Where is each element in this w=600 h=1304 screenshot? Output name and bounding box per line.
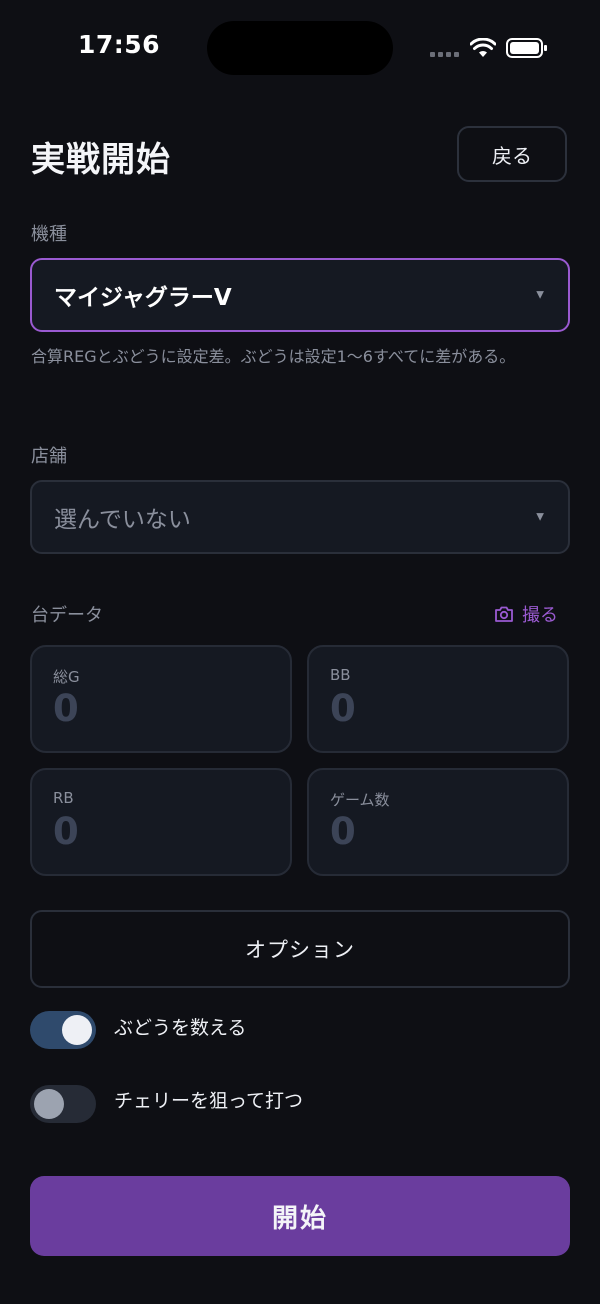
wifi-icon bbox=[470, 38, 496, 57]
toggle-knob bbox=[34, 1089, 64, 1119]
stat-label: 総G bbox=[53, 668, 80, 686]
status-bar: 17:56 bbox=[0, 0, 600, 96]
count-grapes-label: ぶどうを数える bbox=[114, 1017, 247, 1039]
machine-hint: 合算REGとぶどうに設定差。ぶどうは設定1〜6すべてに差がある。 bbox=[31, 347, 516, 366]
camera-icon bbox=[495, 606, 513, 622]
aim-cherry-label: チェリーを狙って打つ bbox=[114, 1090, 304, 1112]
total-games-field[interactable]: 総G 0 bbox=[30, 645, 292, 753]
count-grapes-toggle[interactable] bbox=[30, 1011, 96, 1049]
chevron-down-icon: ▼ bbox=[536, 511, 544, 523]
dynamic-island bbox=[207, 21, 393, 75]
stat-value: 0 bbox=[330, 810, 356, 853]
stat-value: 0 bbox=[330, 687, 356, 730]
back-button[interactable]: 戻る bbox=[457, 126, 567, 182]
machine-selected-value: マイジャグラーV bbox=[54, 285, 232, 311]
stat-value: 0 bbox=[53, 687, 79, 730]
machine-data-label: 台データ bbox=[31, 605, 103, 626]
toggle-knob bbox=[62, 1015, 92, 1045]
battery-icon bbox=[506, 38, 547, 58]
page-title: 実戦開始 bbox=[31, 140, 171, 180]
cellular-signal-icon bbox=[430, 52, 459, 57]
machine-label: 機種 bbox=[31, 224, 67, 245]
chevron-down-icon: ▼ bbox=[536, 289, 544, 301]
machine-select[interactable]: マイジャグラーV ▼ bbox=[30, 258, 570, 332]
start-button[interactable]: 開始 bbox=[30, 1176, 570, 1256]
bb-field[interactable]: BB 0 bbox=[307, 645, 569, 753]
status-time: 17:56 bbox=[78, 30, 161, 59]
aim-cherry-toggle[interactable] bbox=[30, 1085, 96, 1123]
stat-value: 0 bbox=[53, 810, 79, 853]
store-selected-value: 選んでいない bbox=[54, 507, 191, 533]
capture-button[interactable]: 撮る bbox=[494, 601, 558, 627]
store-select[interactable]: 選んでいない ▼ bbox=[30, 480, 570, 554]
stat-label: BB bbox=[330, 666, 351, 684]
stat-label: RB bbox=[53, 789, 74, 807]
capture-label: 撮る bbox=[522, 605, 558, 626]
store-label: 店舗 bbox=[31, 446, 67, 467]
game-count-field[interactable]: ゲーム数 0 bbox=[307, 768, 569, 876]
rb-field[interactable]: RB 0 bbox=[30, 768, 292, 876]
stat-label: ゲーム数 bbox=[330, 791, 390, 809]
options-button[interactable]: オプション bbox=[30, 910, 570, 988]
